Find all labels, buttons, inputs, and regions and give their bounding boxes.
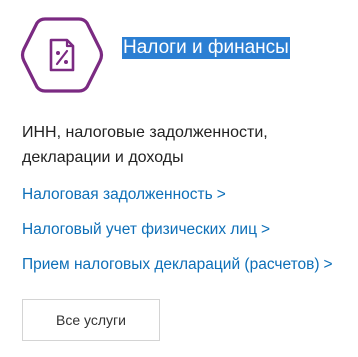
category-title[interactable]: Налоги и финансы: [122, 37, 290, 59]
link-label: Налоговая задолженность: [22, 186, 213, 203]
category-description: ИНН, налоговые задолженности, декларации…: [22, 124, 268, 166]
link-tax-debt[interactable]: Налоговая задолженность >: [22, 185, 226, 205]
service-category-card: Налоги и финансы ИНН, налоговые задолжен…: [0, 0, 358, 357]
link-label: Прием налоговых деклараций (расчетов): [22, 256, 320, 273]
link-tax-declarations[interactable]: Прием налоговых деклараций (расчетов) >: [22, 255, 333, 275]
chevron-right-icon: >: [260, 221, 271, 238]
chevron-right-icon: >: [216, 186, 226, 203]
tax-document-percent-icon[interactable]: [20, 13, 104, 97]
link-label: Налоговый учет физических лиц: [22, 221, 257, 238]
link-tax-accounting-individuals[interactable]: Налоговый учет физических лиц >: [22, 220, 270, 240]
chevron-right-icon: >: [323, 256, 333, 273]
all-services-button[interactable]: Все услуги: [22, 299, 160, 341]
